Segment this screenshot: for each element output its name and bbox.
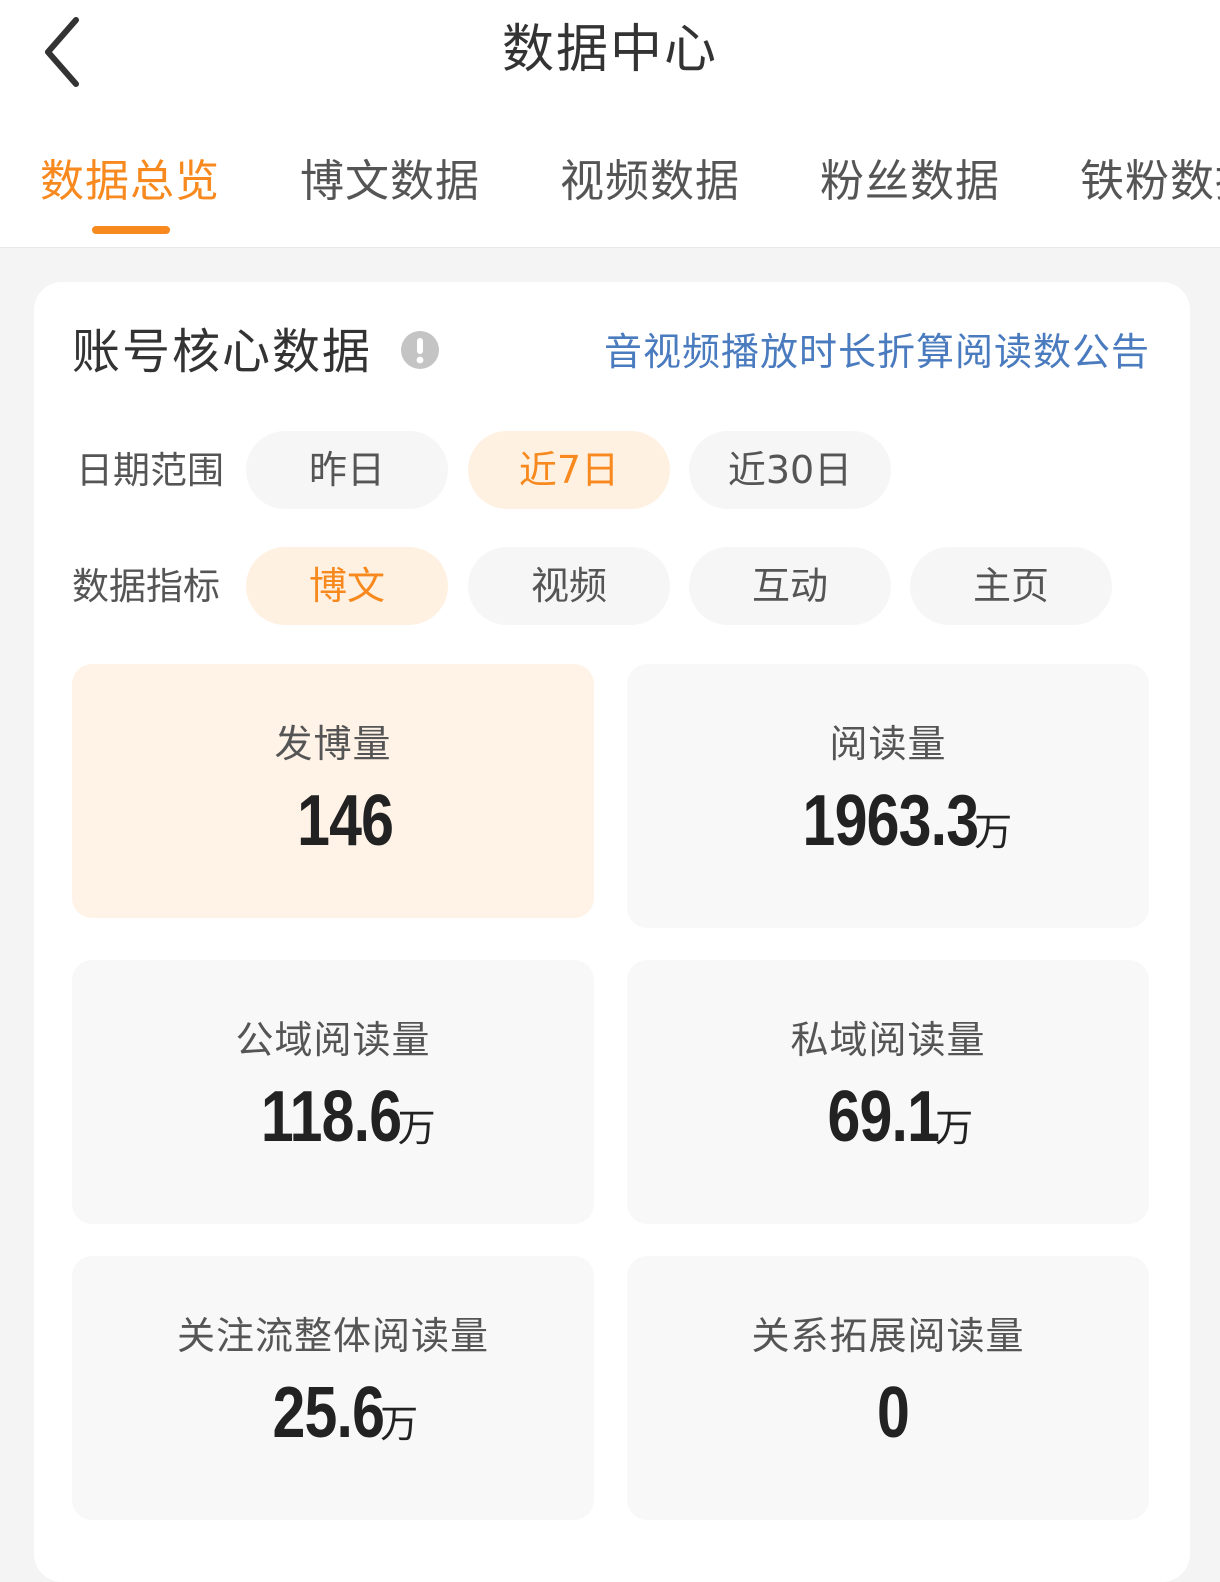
indicator-option-posts[interactable]: 博文 [246,547,448,625]
metric-value: 25.6万 [72,1368,594,1469]
metric-value: 0 [627,1368,1149,1469]
metric-value: 69.1万 [627,1072,1149,1173]
metric-number: 1963.3 [802,781,979,861]
metric-card-reads[interactable]: 阅读量 1963.3万 [627,664,1149,928]
metric-label: 公域阅读量 [235,1018,431,1062]
date-option-30days[interactable]: 近30日 [689,431,891,509]
metric-value: 146 [72,776,594,877]
metric-label: 阅读量 [829,722,947,766]
metric-number: 118.6 [261,1077,402,1157]
tab-overview[interactable]: 数据总览 [40,150,220,214]
metric-card-follow-feed-reads[interactable]: 关注流整体阅读量 25.6万 [72,1256,594,1520]
metric-card-relation-reads[interactable]: 关系拓展阅读量 0 [627,1256,1149,1520]
metric-number: 69.1 [827,1077,940,1157]
metric-card-private-reads[interactable]: 私域阅读量 69.1万 [627,960,1149,1224]
metric-number: 146 [297,781,395,861]
tab-post-data[interactable]: 博文数据 [300,150,480,214]
date-option-yesterday[interactable]: 昨日 [246,431,448,509]
metric-card-posts[interactable]: 发博量 146 [72,664,594,918]
metric-label: 关注流整体阅读量 [176,1314,489,1358]
metric-number: 0 [877,1373,910,1453]
date-range-label: 日期范围 [76,449,224,492]
metric-label: 关系拓展阅读量 [751,1314,1025,1358]
metric-unit: 万 [397,1106,436,1150]
page-title: 数据中心 [501,20,718,80]
tab-bar: 数据总览 博文数据 视频数据 粉丝数据 铁粉数据 [0,150,1220,248]
date-option-7days[interactable]: 近7日 [468,431,670,509]
indicator-label: 数据指标 [72,565,220,608]
metric-number: 25.6 [272,1373,385,1453]
metric-unit: 万 [380,1402,419,1446]
card-title: 账号核心数据 [72,324,373,380]
info-icon[interactable] [400,330,440,370]
app-header: 数据中心 数据总览 博文数据 视频数据 粉丝数据 铁粉数据 [0,0,1220,248]
active-tab-indicator [92,226,170,234]
indicator-option-homepage[interactable]: 主页 [910,547,1112,625]
metric-card-public-reads[interactable]: 公域阅读量 118.6万 [72,960,594,1224]
metric-value: 118.6万 [72,1072,594,1173]
metric-unit: 万 [974,810,1013,854]
notice-link[interactable]: 音视频播放时长折算阅读数公告 [604,324,1150,380]
metric-unit: 万 [935,1106,974,1150]
indicator-option-video[interactable]: 视频 [468,547,670,625]
metric-label: 私域阅读量 [790,1018,986,1062]
metric-label: 发博量 [274,722,392,766]
indicator-option-interaction[interactable]: 互动 [689,547,891,625]
tab-iron-fans-data[interactable]: 铁粉数据 [1080,150,1220,214]
tab-video-data[interactable]: 视频数据 [560,150,740,214]
tab-fans-data[interactable]: 粉丝数据 [820,150,1000,214]
core-data-card: 账号核心数据 音视频播放时长折算阅读数公告 日期范围 昨日 近7日 近30日 数… [34,282,1190,1582]
metric-value: 1963.3万 [627,776,1149,877]
